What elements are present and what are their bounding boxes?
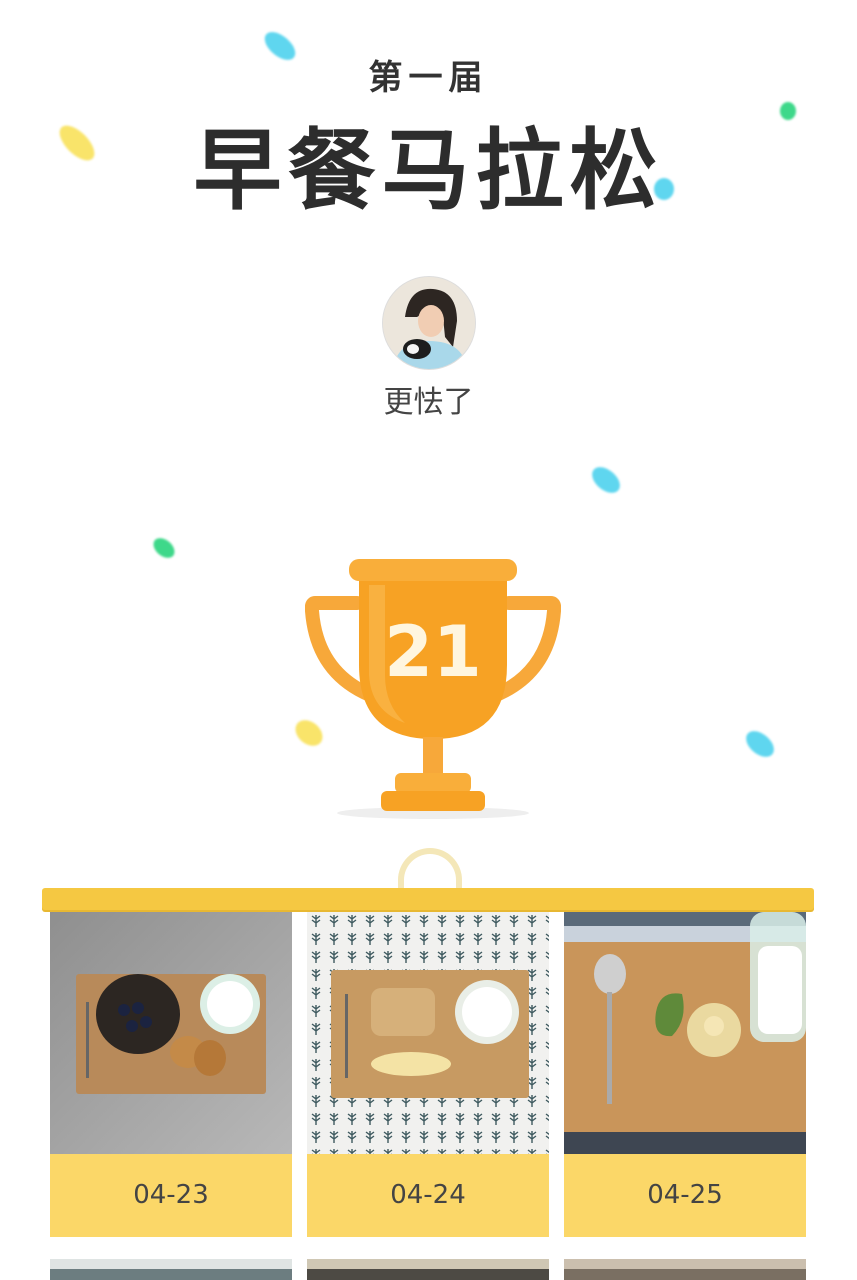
entry-date: 04-25 (647, 1180, 723, 1210)
edition-label: 第一届 (368, 58, 489, 98)
breakfast-photo-icon (564, 912, 806, 1154)
entry-card[interactable] (307, 1259, 549, 1280)
entry-card[interactable]: 04-23 (50, 912, 292, 1237)
breakfast-photo-icon (307, 912, 549, 1154)
entry-card[interactable]: 04-24 (307, 912, 549, 1237)
entry-photo[interactable] (564, 912, 806, 1154)
breakfast-photo-icon (307, 1259, 549, 1280)
avatar[interactable] (383, 277, 475, 369)
confetti-decoration (149, 534, 179, 562)
username-label: 更怯了 (383, 385, 474, 420)
entry-date: 04-24 (390, 1180, 466, 1210)
confetti-decoration (741, 726, 779, 762)
trophy-icon: 21 (305, 559, 561, 819)
breakfast-photo-icon (564, 1259, 806, 1280)
breakfast-photo-icon (50, 1259, 292, 1280)
breakfast-marathon-page: 第一届 早餐马拉松 更怯了 21 04-23 04-24 04-25 (0, 0, 857, 1280)
breakfast-photo-icon (50, 912, 292, 1154)
entry-photo[interactable] (307, 912, 549, 1154)
confetti-decoration (587, 462, 625, 498)
entry-card[interactable] (50, 1259, 292, 1280)
page-title: 早餐马拉松 (193, 119, 664, 222)
gallery-bar (42, 888, 814, 910)
entry-card[interactable] (564, 1259, 806, 1280)
entry-photo[interactable] (50, 912, 292, 1154)
avatar-portrait-icon (383, 277, 475, 369)
entry-card[interactable]: 04-25 (564, 912, 806, 1237)
trophy-count: 21 (384, 611, 481, 693)
entry-date: 04-23 (133, 1180, 209, 1210)
